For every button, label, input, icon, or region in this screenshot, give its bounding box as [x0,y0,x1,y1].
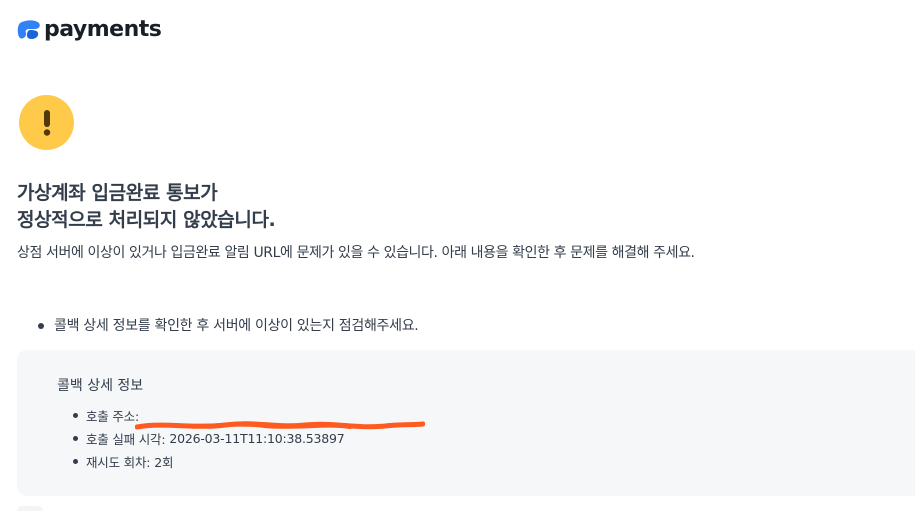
callback-url-item: 호출 주소: [73,404,425,429]
callback-failed-time-label: 호출 실패 시각: [86,432,166,447]
notice-item: 콜백 상세 정보를 확인한 후 서버에 이상이 있는지 점검해주세요. [38,316,419,336]
page: payments 가상계좌 입금완료 통보가 정상적으로 처리되지 않았습니다.… [0,0,915,511]
title-line-1: 가상계좌 입금완료 통보가 [17,182,218,204]
title-line-2: 정상적으로 처리되지 않았습니다. [17,209,276,231]
callback-failed-time-value: 2026-03-11T11:10:38.53897 [169,431,345,446]
bullet-icon [73,413,78,418]
callback-retry-count-value: 2회 [154,455,174,470]
callback-detail-box: 콜백 상세 정보 호출 주소: 호출 실패 시각: 2026-03-11T11:… [17,350,915,496]
bullet-icon [73,459,78,464]
bottom-control[interactable] [17,506,43,511]
redaction-scribble [135,420,425,429]
callback-retry-count-label: 재시도 회차: [86,455,151,470]
payments-logo[interactable]: payments [17,17,162,42]
notice-text: 콜백 상세 정보를 확인한 후 서버에 이상이 있는지 점검해주세요. [54,318,419,334]
logo-text: payments [44,17,162,42]
callback-detail-list: 호출 주소: 호출 실패 시각: 2026-03-11T11:10:38.538… [73,404,425,473]
bullet-icon [38,323,44,329]
warning-icon [19,95,74,150]
bullet-icon [73,436,78,441]
callback-detail-title: 콜백 상세 정보 [57,378,144,394]
page-title: 가상계좌 입금완료 통보가 정상적으로 처리되지 않았습니다. [17,180,276,234]
callback-retry-count-item: 재시도 회차: 2회 [73,450,345,473]
callback-url-label: 호출 주소: [86,409,139,424]
description-text: 상점 서버에 이상이 있거나 입금완료 알림 URL에 문제가 있을 수 있습니… [17,245,695,261]
brand-logo-icon [17,20,40,39]
